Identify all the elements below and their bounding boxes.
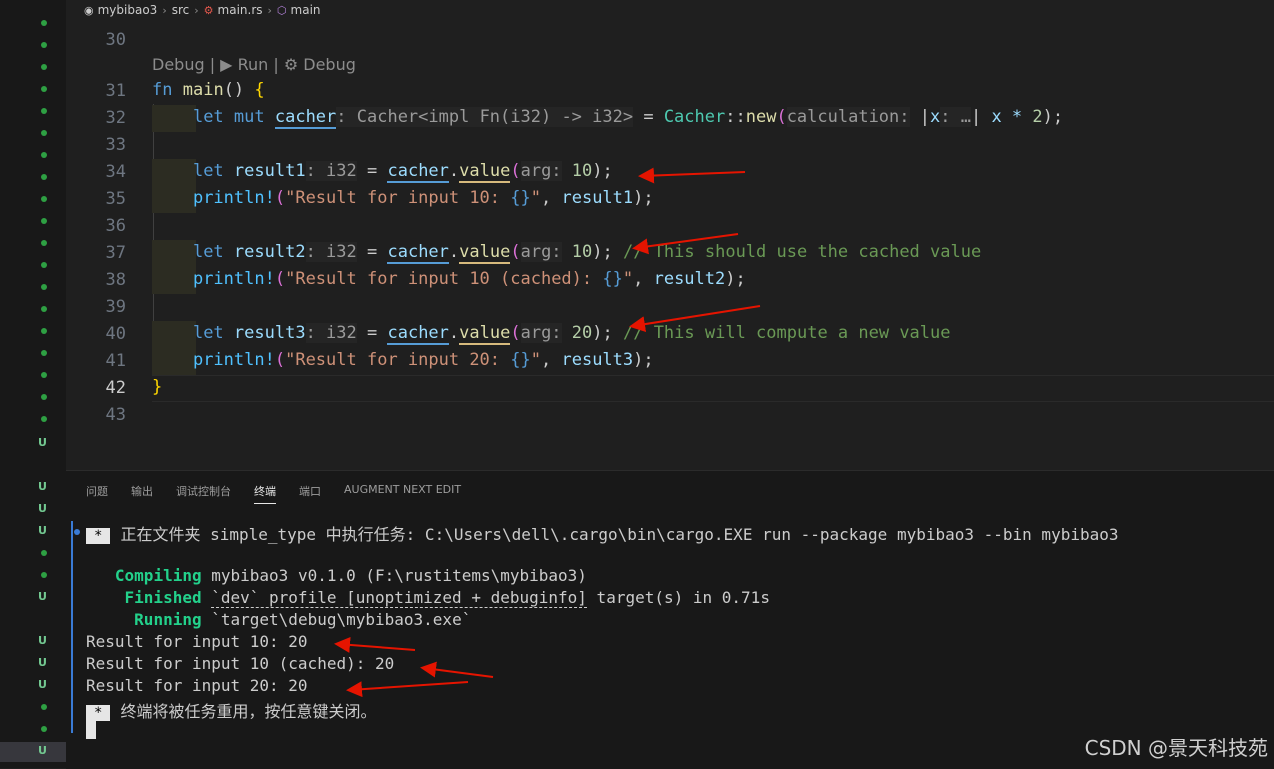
git-added-dot bbox=[41, 306, 47, 312]
line-number: 38 bbox=[105, 270, 126, 290]
breadcrumb: ◉ mybibao3 › src › ⚙ main.rs › ⬡ main bbox=[66, 0, 1274, 20]
tab-problems[interactable]: 问题 bbox=[86, 483, 108, 504]
code-line-38: println!("Result for input 10 (cached): … bbox=[192, 269, 746, 289]
line-number: 35 bbox=[105, 189, 126, 209]
git-added-dot bbox=[41, 130, 47, 136]
breadcrumb-project[interactable]: ◉ mybibao3 bbox=[84, 3, 157, 17]
git-added-dot bbox=[41, 108, 47, 114]
bottom-panel: 问题 输出 调试控制台 终端 端口 AUGMENT NEXT EDIT * 正在文… bbox=[66, 470, 1274, 769]
git-added-dot bbox=[41, 328, 47, 334]
chevron-right-icon: › bbox=[162, 3, 167, 17]
line-number: 40 bbox=[105, 324, 126, 344]
code-line-34: let result1: i32 = cacher.value(arg: 10)… bbox=[192, 161, 613, 183]
git-status-u: U bbox=[38, 656, 47, 669]
terminal-compiling-line: Compiling mybibao3 v0.1.0 (F:\rustitems\… bbox=[114, 566, 587, 585]
git-added-dot bbox=[41, 550, 47, 556]
panel-tabs: 问题 输出 调试控制台 终端 端口 AUGMENT NEXT EDIT bbox=[86, 483, 461, 504]
terminal-output-line: Result for input 20: 20 bbox=[86, 676, 308, 695]
breadcrumb-file[interactable]: ⚙ main.rs bbox=[204, 3, 263, 17]
command-decoration-icon[interactable] bbox=[74, 529, 80, 535]
git-added-dot bbox=[41, 372, 47, 378]
git-added-dot bbox=[41, 64, 47, 70]
task-star-badge: * bbox=[86, 528, 111, 544]
git-added-dot bbox=[41, 572, 47, 578]
codelens[interactable]: Debug | ▶ Run | ⚙ Debug bbox=[152, 55, 356, 74]
git-status-u: U bbox=[38, 634, 47, 647]
git-added-dot bbox=[41, 86, 47, 92]
selected-row bbox=[0, 742, 66, 762]
git-added-dot bbox=[41, 42, 47, 48]
chevron-right-icon: › bbox=[194, 3, 199, 17]
line-number: 36 bbox=[105, 216, 126, 236]
git-added-dot bbox=[41, 394, 47, 400]
watermark: CSDN @景天科技苑 bbox=[1084, 736, 1268, 760]
line-number: 32 bbox=[105, 108, 126, 128]
code-editor[interactable]: 30 Debug | ▶ Run | ⚙ Debug 31 32 33 34 3… bbox=[66, 20, 1274, 460]
line-number: 37 bbox=[105, 243, 126, 263]
terminal-end-line: * 终端将被任务重用，按任意键关闭。 bbox=[86, 698, 376, 722]
line-number: 30 bbox=[105, 30, 126, 50]
line-number: 31 bbox=[105, 81, 126, 101]
code-line-37: let result2: i32 = cacher.value(arg: 10)… bbox=[192, 242, 982, 264]
terminal-cursor bbox=[86, 717, 96, 739]
tab-ports[interactable]: 端口 bbox=[299, 483, 321, 504]
line-number: 33 bbox=[105, 135, 126, 155]
git-added-dot bbox=[41, 218, 47, 224]
function-cube-icon: ⬡ bbox=[276, 3, 287, 17]
git-added-dot bbox=[41, 416, 47, 422]
terminal-output-line: Result for input 10: 20 bbox=[86, 632, 308, 651]
code-line-31: fn main() { bbox=[152, 80, 265, 100]
chevron-right-icon: › bbox=[267, 3, 272, 17]
terminal-running-line: Running `target\debug\mybibao3.exe` bbox=[134, 610, 472, 629]
git-status-u: U bbox=[38, 436, 47, 449]
git-added-dot bbox=[41, 726, 47, 732]
tab-terminal[interactable]: 终端 bbox=[254, 483, 276, 504]
line-number: 39 bbox=[105, 297, 126, 317]
git-status-u: U bbox=[38, 744, 47, 757]
code-line-42: } bbox=[152, 377, 163, 397]
git-status-u: U bbox=[38, 590, 47, 603]
tab-debug-console[interactable]: 调试控制台 bbox=[176, 483, 231, 504]
activity-gutter: U U U U U U U U U bbox=[0, 0, 66, 768]
line-number-active: 42 bbox=[105, 378, 126, 398]
git-added-dot bbox=[41, 350, 47, 356]
git-added-dot bbox=[41, 240, 47, 246]
terminal-command-bar bbox=[71, 521, 73, 733]
git-added-dot bbox=[41, 262, 47, 268]
current-line-highlight bbox=[152, 375, 1274, 402]
terminal-finished-line: Finished `dev` profile [unoptimized + de… bbox=[124, 588, 770, 608]
terminal-task-line: * 正在文件夹 simple_type 中执行任务: C:\Users\dell\… bbox=[86, 521, 1119, 545]
git-added-dot bbox=[41, 704, 47, 710]
terminal-output-line: Result for input 10 (cached): 20 bbox=[86, 654, 395, 673]
git-status-u: U bbox=[38, 524, 47, 537]
breadcrumb-folder[interactable]: src bbox=[172, 3, 190, 17]
git-added-dot bbox=[41, 196, 47, 202]
git-added-dot bbox=[41, 152, 47, 158]
line-number: 41 bbox=[105, 351, 126, 371]
code-line-32: let mut cacher: Cacher<impl Fn(i32) -> i… bbox=[192, 107, 1064, 129]
tab-augment-next-edit[interactable]: AUGMENT NEXT EDIT bbox=[344, 483, 461, 504]
tab-output[interactable]: 输出 bbox=[131, 483, 153, 504]
project-icon: ◉ bbox=[84, 3, 94, 17]
git-added-dot bbox=[41, 174, 47, 180]
git-added-dot bbox=[41, 284, 47, 290]
line-number: 34 bbox=[105, 162, 126, 182]
rust-file-icon: ⚙ bbox=[203, 3, 214, 17]
git-added-dot bbox=[41, 20, 47, 26]
git-status-u: U bbox=[38, 678, 47, 691]
code-line-41: println!("Result for input 20: {}", resu… bbox=[192, 350, 654, 370]
breadcrumb-symbol[interactable]: ⬡ main bbox=[277, 3, 321, 17]
code-line-40: let result3: i32 = cacher.value(arg: 20)… bbox=[192, 323, 951, 345]
git-status-u: U bbox=[38, 480, 47, 493]
git-status-u: U bbox=[38, 502, 47, 515]
code-line-35: println!("Result for input 10: {}", resu… bbox=[192, 188, 654, 208]
line-number: 43 bbox=[105, 405, 126, 425]
